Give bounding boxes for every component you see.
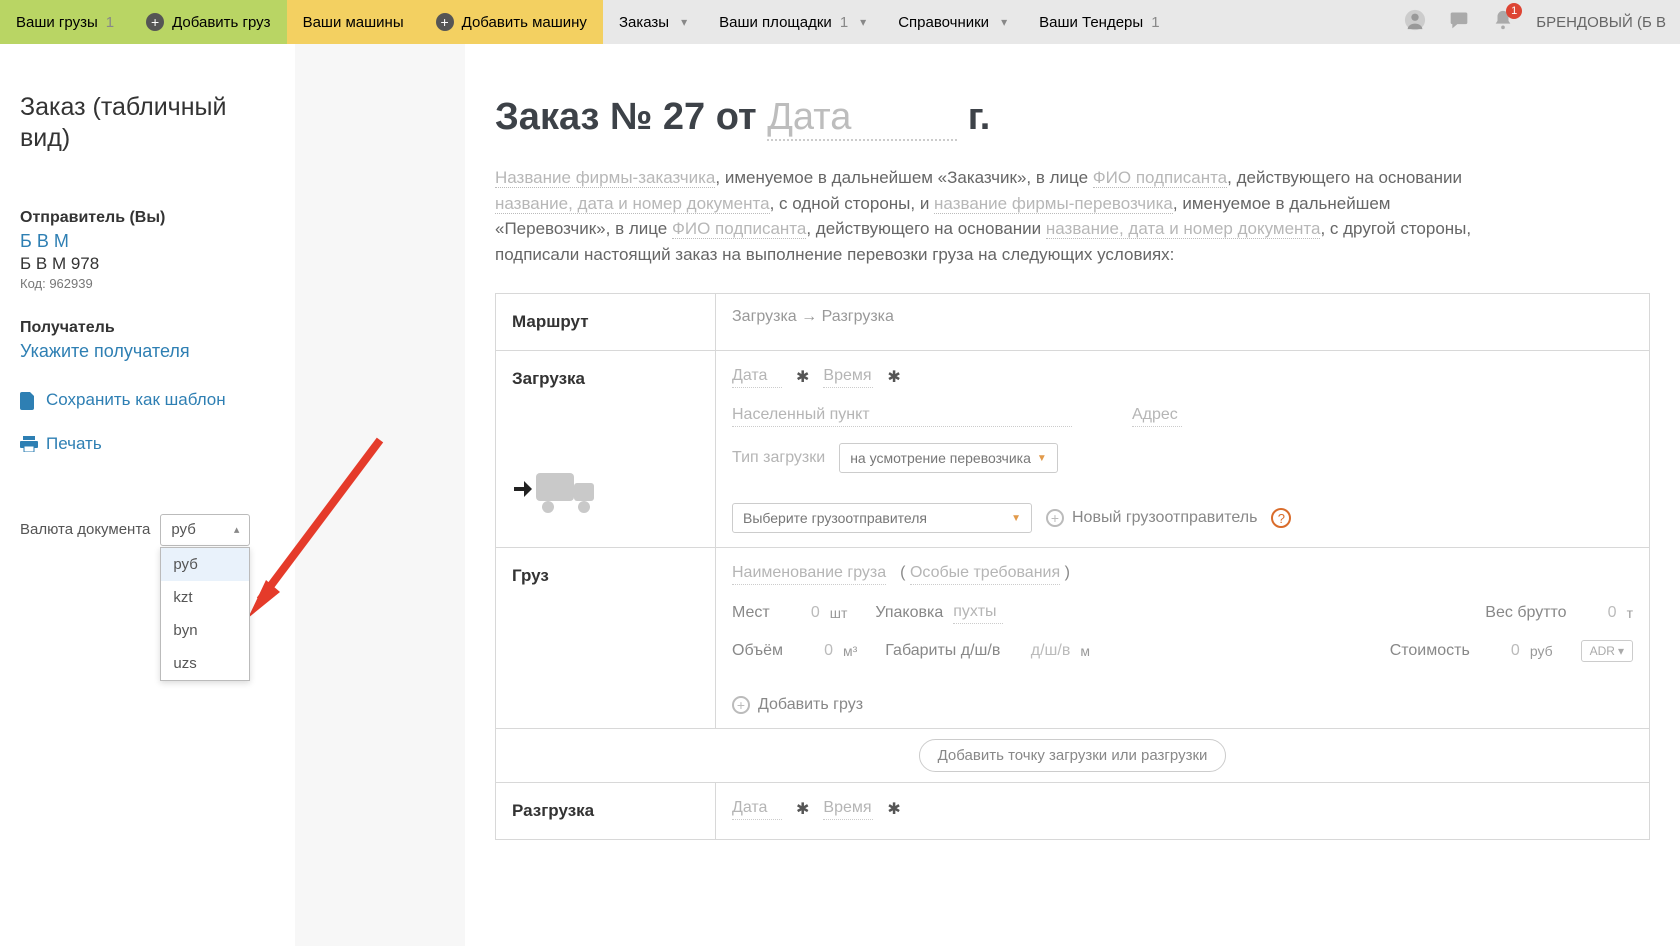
chat-icon[interactable] xyxy=(1448,10,1470,34)
print-icon xyxy=(20,436,36,452)
unloading-time-field[interactable]: Время xyxy=(823,797,873,820)
triangle-down-icon: ▾ xyxy=(1618,644,1624,658)
currency-label: Валюта документа xyxy=(20,521,150,538)
currency-option-kzt[interactable]: kzt xyxy=(161,581,249,614)
customer-basis-field[interactable]: название, дата и номер документа xyxy=(495,194,770,214)
cargo-name-field[interactable]: Наименование груза xyxy=(732,562,886,585)
loading-city-field[interactable]: Населенный пункт xyxy=(732,404,1072,427)
pack-field[interactable]: пухты xyxy=(953,601,1003,624)
truck-loading-icon xyxy=(512,465,699,522)
cost-field[interactable]: 0 xyxy=(1480,642,1520,660)
save-template-button[interactable]: Сохранить как шаблон xyxy=(20,390,275,410)
loadtype-label: Тип загрузки xyxy=(732,447,825,469)
shipper-select[interactable]: Выберите грузоотправителя ▼ xyxy=(732,503,1032,533)
loading-address-field[interactable]: Адрес xyxy=(1132,404,1182,427)
add-point-button[interactable]: Добавить точку загрузки или разгрузки xyxy=(919,739,1227,772)
nav-add-vehicle[interactable]: + Добавить машину xyxy=(420,0,603,44)
route-value: Загрузка → Разгрузка xyxy=(732,308,1633,326)
add-cargo-button[interactable]: + Добавить груз xyxy=(732,696,1633,714)
unloading-date-field[interactable]: Дата xyxy=(732,797,782,820)
plus-icon: + xyxy=(146,13,164,31)
unloading-label: Разгрузка xyxy=(496,783,716,839)
currency-option-rub[interactable]: руб xyxy=(161,548,249,581)
nav-orders[interactable]: Заказы▾ xyxy=(603,0,703,44)
loadtype-select[interactable]: на усмотрение перевозчика ▼ xyxy=(839,443,1058,473)
top-nav: Ваши грузы 1 + Добавить груз Ваши машины… xyxy=(0,0,1680,44)
sender-name[interactable]: Б В М xyxy=(20,231,275,252)
customer-name-field[interactable]: Название фирмы-заказчика xyxy=(495,168,715,188)
order-table: Маршрут Загрузка → Разгрузка Загрузка Да… xyxy=(495,293,1650,840)
nav-tenders[interactable]: Ваши Тендеры 1 xyxy=(1023,0,1175,44)
plus-icon: + xyxy=(1046,509,1064,527)
print-button[interactable]: Печать xyxy=(20,434,275,454)
gear-icon[interactable]: ✱ xyxy=(887,799,900,819)
chevron-up-icon: ▴ xyxy=(234,523,240,536)
main-content: Заказ № 27 от Дата г. Название фирмы-зак… xyxy=(465,44,1680,946)
nav-refs[interactable]: Справочники▾ xyxy=(882,0,1023,44)
user-name[interactable]: БРЕНДОВЫЙ (Б В xyxy=(1536,14,1666,31)
plus-icon: + xyxy=(436,13,454,31)
weight-field[interactable]: 0 xyxy=(1577,604,1617,622)
carrier-name-field[interactable]: название фирмы-перевозчика xyxy=(934,194,1173,214)
title-date-field[interactable]: Дата xyxy=(767,96,957,141)
gear-icon[interactable]: ✱ xyxy=(796,367,809,387)
dims-field[interactable]: д/ш/в xyxy=(1010,642,1070,660)
loading-time-field[interactable]: Время xyxy=(823,365,873,388)
gear-icon[interactable]: ✱ xyxy=(796,799,809,819)
sidebar: Заказ (табличный вид) Отправитель (Вы) Б… xyxy=(0,44,295,946)
triangle-down-icon: ▼ xyxy=(1011,513,1021,524)
adr-button[interactable]: ADR▾ xyxy=(1581,640,1633,662)
customer-signer-field[interactable]: ФИО подписанта xyxy=(1093,168,1227,188)
help-icon[interactable]: ? xyxy=(1271,508,1291,528)
nav-sites[interactable]: Ваши площадки 1 ▾ xyxy=(703,0,882,44)
chevron-down-icon: ▾ xyxy=(860,15,866,29)
nav-cargo[interactable]: Ваши грузы 1 xyxy=(0,0,130,44)
page-title: Заказ (табличный вид) xyxy=(20,92,275,155)
gear-icon[interactable]: ✱ xyxy=(887,367,900,387)
route-label: Маршрут xyxy=(496,294,716,350)
sender-code: Код: 962939 xyxy=(20,276,275,291)
nav-vehicles[interactable]: Ваши машины xyxy=(287,0,420,44)
nav-add-cargo[interactable]: + Добавить груз xyxy=(130,0,286,44)
currency-dropdown: руб kzt byn uzs xyxy=(160,547,250,681)
carrier-signer-field[interactable]: ФИО подписанта xyxy=(672,219,806,239)
nav-cargo-label: Ваши грузы xyxy=(16,14,98,31)
currency-option-byn[interactable]: byn xyxy=(161,614,249,647)
account-icon[interactable] xyxy=(1404,9,1426,35)
plus-icon: + xyxy=(732,696,750,714)
nav-cargo-count: 1 xyxy=(106,14,114,31)
nav-add-vehicle-label: Добавить машину xyxy=(462,14,587,31)
file-icon xyxy=(20,392,36,408)
currency-select[interactable]: руб ▴ руб kzt byn uzs xyxy=(160,514,250,546)
special-req-field[interactable]: Особые требования xyxy=(910,562,1060,585)
receiver-link[interactable]: Укажите получателя xyxy=(20,341,275,362)
sender-reg: Б В М 978 xyxy=(20,254,275,274)
loading-date-field[interactable]: Дата xyxy=(732,365,782,388)
notifications-icon[interactable]: 1 xyxy=(1492,9,1514,35)
order-title: Заказ № 27 от Дата г. xyxy=(495,96,1650,141)
loading-label: Загрузка xyxy=(512,369,699,389)
volume-field[interactable]: 0 xyxy=(793,642,833,660)
contract-text: Название фирмы-заказчика, именуемое в да… xyxy=(495,165,1475,267)
triangle-down-icon: ▼ xyxy=(1037,453,1047,464)
gutter xyxy=(295,44,465,946)
currency-option-uzs[interactable]: uzs xyxy=(161,647,249,680)
chevron-down-icon: ▾ xyxy=(1001,15,1007,29)
notif-badge: 1 xyxy=(1506,3,1522,19)
carrier-basis-field[interactable]: название, дата и номер документа xyxy=(1046,219,1321,239)
cargo-label: Груз xyxy=(496,548,716,728)
nav-vehicles-label: Ваши машины xyxy=(303,14,404,31)
receiver-label: Получатель xyxy=(20,319,275,337)
sender-label: Отправитель (Вы) xyxy=(20,209,275,227)
new-shipper-button[interactable]: + Новый грузоотправитель xyxy=(1046,509,1257,527)
places-field[interactable]: 0 xyxy=(780,604,820,622)
nav-add-cargo-label: Добавить груз xyxy=(172,14,270,31)
chevron-down-icon: ▾ xyxy=(681,15,687,29)
